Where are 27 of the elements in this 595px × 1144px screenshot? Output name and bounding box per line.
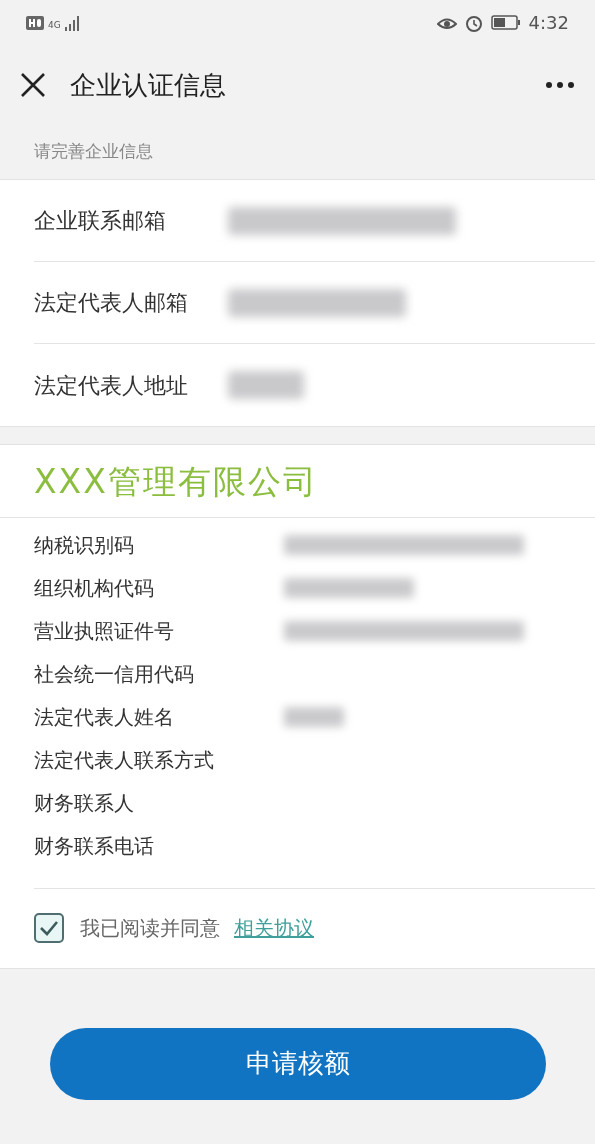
close-icon[interactable]	[20, 72, 46, 98]
checkmark-icon	[39, 920, 59, 936]
submit-button[interactable]: 申请核额	[49, 1027, 546, 1100]
field-label: 法定代表人邮箱	[34, 289, 189, 317]
battery-icon	[490, 15, 521, 30]
page-title: 企业认证信息	[70, 68, 227, 102]
field-label: 组织机构代码	[34, 575, 155, 602]
field-label: 企业联系邮箱	[34, 207, 167, 235]
status-time: 4:32	[528, 11, 569, 35]
signal-icon	[64, 14, 81, 31]
field-label: 营业执照证件号	[34, 618, 175, 645]
agreement-link[interactable]: 相关协议	[234, 913, 314, 943]
field-label: 财务联系人	[34, 790, 135, 817]
section-hint: 请完善企业信息	[34, 140, 153, 164]
more-icon[interactable]	[545, 81, 575, 89]
field-label: 财务联系电话	[34, 833, 155, 860]
company-name: XXX管理有限公司	[0, 445, 595, 518]
field-label: 法定代表人联系方式	[34, 747, 215, 774]
agreement-checkbox[interactable]	[34, 913, 64, 943]
network-type-label: 4G	[48, 18, 61, 32]
field-label: 社会统一信用代码	[34, 661, 195, 688]
agreement-text: 我已阅读并同意	[80, 915, 220, 942]
alarm-icon	[464, 13, 483, 32]
hd-icon	[26, 15, 44, 30]
field-label: 纳税识别码	[34, 532, 135, 559]
field-label: 法定代表人地址	[34, 371, 189, 400]
field-label: 法定代表人姓名	[34, 704, 175, 731]
